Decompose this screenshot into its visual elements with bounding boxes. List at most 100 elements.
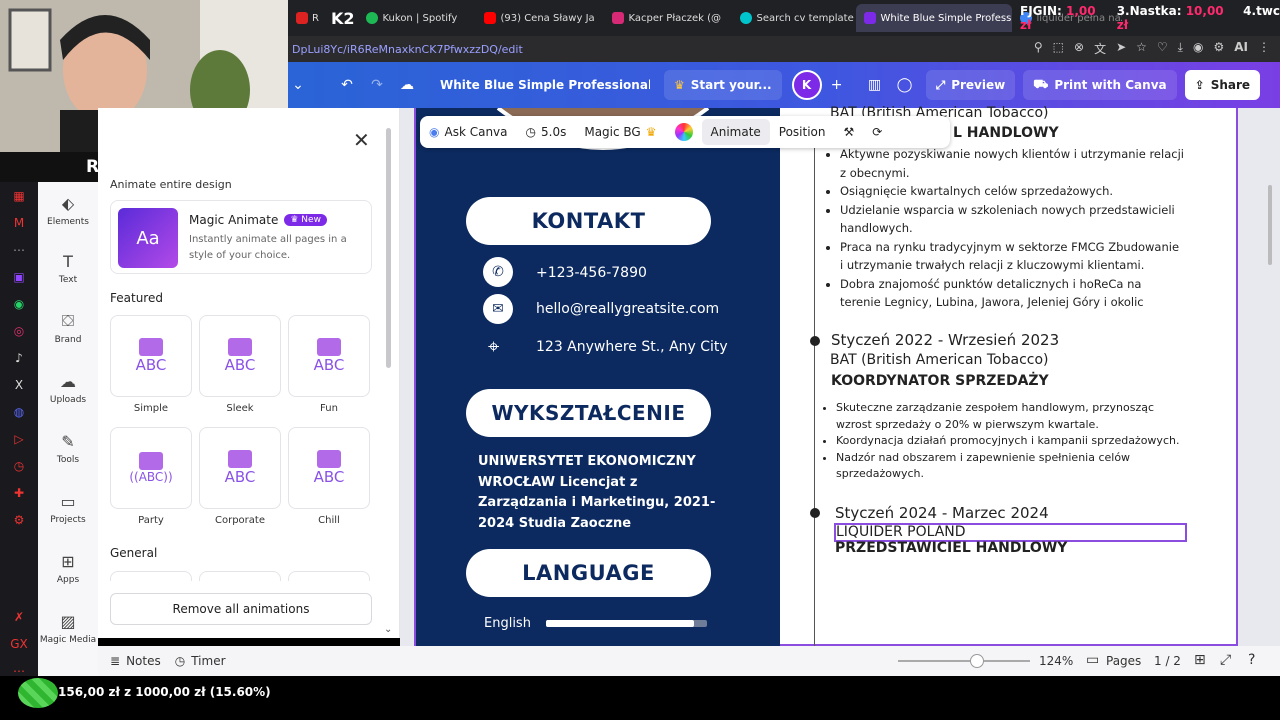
zoom-level[interactable]: 124%: [1039, 654, 1073, 668]
notes-icon[interactable]: ≣: [110, 654, 120, 668]
remove-all-animations-button[interactable]: Remove all animations: [110, 593, 372, 625]
history-icon[interactable]: ◷: [0, 452, 38, 479]
browser-tab[interactable]: R: [288, 4, 327, 32]
preview-button[interactable]: ⤢ Preview: [925, 70, 1016, 100]
heart-icon[interactable]: ♡: [1157, 40, 1168, 57]
donation-goal-bar: 156,00 zł z 1000,00 zł (15.60%): [0, 676, 1280, 720]
more-options-icon[interactable]: ⟳: [863, 119, 891, 145]
pages-button[interactable]: Pages: [1106, 654, 1141, 668]
download-icon[interactable]: ⤓: [1178, 40, 1183, 57]
translate-icon[interactable]: 文: [1094, 40, 1106, 57]
nav-elements[interactable]: ⬖ Elements: [38, 182, 98, 238]
pin-icon[interactable]: ⚲: [1034, 40, 1043, 57]
general-card[interactable]: [110, 571, 192, 581]
scroll-down-icon[interactable]: ⌄: [384, 624, 392, 635]
discord-icon[interactable]: ◍: [0, 398, 38, 425]
instagram-icon[interactable]: ◎: [0, 317, 38, 344]
analytics-icon[interactable]: ▥: [860, 70, 890, 100]
notes-button[interactable]: Notes: [126, 654, 161, 668]
nav-brand[interactable]: ⛋ Brand: [38, 298, 98, 358]
canva-ai-icon: ◉: [429, 125, 440, 139]
animation-chill[interactable]: ABC: [288, 427, 370, 509]
cloud-saved-icon[interactable]: ☁: [392, 70, 422, 100]
animation-fun[interactable]: ABC: [288, 315, 370, 397]
chevron-down-icon[interactable]: ⌄: [288, 70, 308, 100]
general-card[interactable]: [199, 571, 281, 581]
send-icon[interactable]: ➤: [1116, 40, 1126, 57]
bookmark-icon[interactable]: ☆: [1136, 40, 1147, 57]
canva-icon: [740, 12, 753, 24]
avatar[interactable]: K: [791, 70, 822, 100]
text-icon: T: [63, 251, 73, 271]
player-icon[interactable]: ▷: [0, 425, 38, 452]
magic-bg-button[interactable]: Magic BG ♛: [575, 119, 665, 145]
canvas-scrollbar[interactable]: [1268, 185, 1272, 265]
help-icon[interactable]: ?: [1248, 652, 1255, 668]
redo-icon[interactable]: ↷: [362, 70, 392, 100]
screenshot-icon[interactable]: ⬚: [1053, 40, 1064, 57]
timeline-dot: [810, 508, 820, 518]
browser-tab[interactable]: (93) Cena Sławy Ja: [476, 4, 604, 32]
settings-icon[interactable]: ⚙: [0, 506, 38, 533]
image-icon: [317, 450, 341, 468]
timer-button[interactable]: Timer: [191, 654, 225, 668]
block-icon[interactable]: ⊗: [1074, 40, 1084, 57]
app-icon[interactable]: M: [0, 209, 38, 236]
nav-uploads[interactable]: ☁ Uploads: [38, 358, 98, 418]
browser-tab[interactable]: Kacper Płaczek (@: [604, 4, 732, 32]
animation-corporate[interactable]: ABC: [199, 427, 281, 509]
zoom-slider[interactable]: [898, 654, 1030, 668]
add-collaborator-icon[interactable]: +: [822, 70, 852, 100]
start-trial-button[interactable]: ♛ Start your...: [664, 70, 782, 100]
panel-scrollbar[interactable]: [386, 128, 391, 368]
app-icon[interactable]: ⋯: [0, 236, 38, 263]
browser-tab[interactable]: Kukon | Spotify: [358, 4, 476, 32]
animation-label: Fun: [320, 403, 338, 414]
twitch-icon[interactable]: ▣: [0, 263, 38, 290]
nav-text[interactable]: T Text: [38, 238, 98, 298]
comment-icon[interactable]: ◯: [890, 70, 920, 100]
nav-apps[interactable]: ⊞ Apps: [38, 538, 98, 598]
color-button[interactable]: [666, 119, 702, 145]
animation-sleek[interactable]: ABC: [199, 315, 281, 397]
gx-corner-icon[interactable]: GX: [0, 630, 38, 657]
x-icon[interactable]: X: [0, 371, 38, 398]
general-title: General: [110, 546, 158, 560]
close-icon[interactable]: ✕: [353, 128, 370, 152]
share-button[interactable]: ⇪ Share: [1184, 70, 1261, 100]
duration-button[interactable]: ◷ 5.0s: [517, 119, 576, 145]
position-button[interactable]: Position: [770, 119, 835, 145]
undo-icon[interactable]: ↶: [332, 70, 362, 100]
animation-simple[interactable]: ABC: [110, 315, 192, 397]
nav-tools[interactable]: ✎ Tools: [38, 418, 98, 478]
settings-icon[interactable]: ⚙: [1213, 40, 1224, 57]
address-bar[interactable]: DpLui8Yc/iR6ReMnaxknCK7PfwxzzDQ/edit ⚲ ⬚…: [288, 36, 1280, 62]
education-text: UNIWERSYTET EKONOMICZNY WROCŁAW Licencja…: [478, 454, 716, 531]
ask-canva-button[interactable]: ◉ Ask Canva: [420, 119, 517, 145]
profile-icon[interactable]: ◉: [1193, 40, 1203, 57]
document-title[interactable]: White Blue Simple Professional C...: [440, 78, 650, 92]
menu-icon[interactable]: ⋮: [1258, 40, 1270, 57]
browser-tab-active[interactable]: White Blue Simple Profess: [856, 4, 1013, 32]
zoom-slider-handle[interactable]: [970, 654, 985, 668]
grid-view-icon[interactable]: ⊞: [1194, 652, 1206, 668]
app-icon[interactable]: ▦: [0, 182, 38, 209]
pages-icon[interactable]: ▭: [1086, 652, 1099, 668]
animate-button[interactable]: Animate: [701, 119, 770, 145]
general-card[interactable]: [288, 571, 370, 581]
magic-animate-icon: Aa: [118, 208, 178, 268]
extensions-icon[interactable]: ✚: [0, 479, 38, 506]
tiktok-icon[interactable]: ♪: [0, 344, 38, 371]
whatsapp-icon[interactable]: ◉: [0, 290, 38, 317]
ai-icon[interactable]: AI: [1234, 40, 1248, 57]
timer-icon[interactable]: ◷: [175, 654, 185, 668]
print-with-canva-button[interactable]: ⛟ Print with Canva: [1023, 70, 1177, 100]
format-painter-icon[interactable]: ⚒: [835, 119, 864, 145]
browser-tab[interactable]: Search cv template: [732, 4, 856, 32]
magic-animate-card[interactable]: Aa Magic Animate ♛ New Instantly animate…: [110, 200, 372, 274]
fullscreen-icon[interactable]: ⤢: [1220, 652, 1231, 668]
nav-projects[interactable]: ▭ Projects: [38, 478, 98, 538]
gx-icon[interactable]: ✗: [0, 603, 38, 630]
animation-party[interactable]: ((ABC)): [110, 427, 192, 509]
nav-magic-media[interactable]: ▨ Magic Media: [38, 598, 98, 658]
